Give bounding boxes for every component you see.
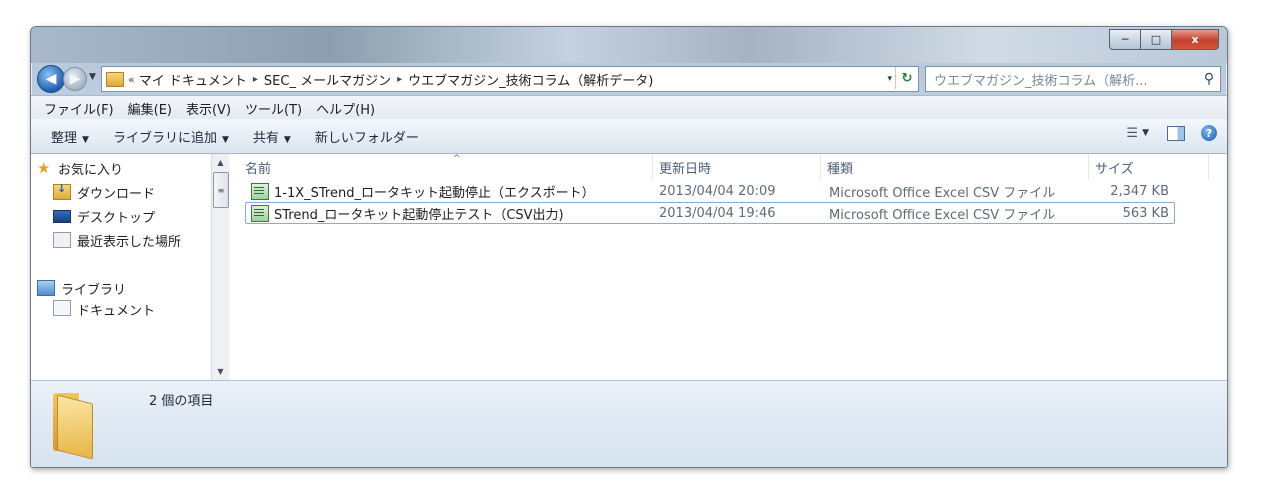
command-bar: 整理 ▼ ライブラリに追加 ▼ 共有 ▼ 新しいフォルダー ☰ ▼ ?	[31, 119, 1227, 154]
forward-arrow-icon[interactable]: ▶	[63, 67, 87, 91]
scroll-thumb[interactable]: ≡	[213, 172, 229, 208]
title-bar[interactable]: ─ □ x	[31, 27, 1227, 63]
documents-icon	[53, 300, 71, 316]
menu-file[interactable]: ファイル(F)	[37, 99, 121, 118]
search-input[interactable]: ウエブマガジン_技術コラム（解析... ⚲	[925, 66, 1221, 92]
chevron-down-icon: ▼	[283, 134, 291, 145]
minimize-button[interactable]: ─	[1109, 29, 1141, 50]
column-header-name[interactable]: 名前	[239, 154, 653, 180]
menu-help[interactable]: ヘルプ(H)	[309, 99, 382, 118]
close-button[interactable]: x	[1171, 29, 1219, 50]
chevron-down-icon[interactable]: ▼	[1142, 128, 1149, 138]
address-row: ◀ ▶ ▼ « マイ ドキュメント ▸ SEC_ メールマガジン ▸ ウエブマガ…	[31, 63, 1227, 95]
folder-front-shape	[57, 394, 93, 460]
nav-item-label: 最近表示した場所	[77, 234, 182, 250]
file-name-cell[interactable]: STrend_ロータキット起動停止テスト（CSV出力)	[245, 202, 653, 224]
menu-tools[interactable]: ツール(T)	[238, 99, 309, 118]
recent-places-icon	[53, 232, 71, 248]
help-icon[interactable]: ?	[1201, 125, 1217, 141]
file-name-cell[interactable]: 1-1X_STrend_ロータキット起動停止（エクスポート）	[245, 180, 653, 202]
file-name: STrend_ロータキット起動停止テスト（CSV出力)	[274, 207, 564, 223]
nav-item-label: デスクトップ	[77, 210, 156, 226]
nav-downloads[interactable]: ダウンロード	[31, 180, 229, 204]
breadcrumb-separator-icon[interactable]: ▸	[253, 74, 258, 85]
menu-bar: ファイル(F) 編集(E) 表示(V) ツール(T) ヘルプ(H)	[31, 95, 1227, 121]
file-type: Microsoft Office Excel CSV ファイル	[829, 207, 1056, 223]
overflow-chevron-icon[interactable]: «	[128, 73, 135, 86]
item-count: 2 個の項目	[149, 394, 214, 409]
library-icon	[37, 280, 55, 296]
nav-libraries[interactable]: ライブラリ	[31, 276, 229, 300]
menu-edit[interactable]: 編集(E)	[121, 99, 179, 118]
nav-item-label: ダウンロード	[77, 186, 156, 202]
file-size: 563 KB	[1122, 205, 1169, 221]
csv-file-icon	[251, 182, 269, 200]
chevron-down-icon: ▼	[221, 134, 229, 145]
add-to-library-button[interactable]: ライブラリに追加 ▼	[101, 127, 241, 146]
breadcrumb-sec-mailmagazine[interactable]: SEC_ メールマガジン	[264, 70, 391, 89]
address-bar[interactable]: « マイ ドキュメント ▸ SEC_ メールマガジン ▸ ウエブマガジン_技術コ…	[101, 66, 919, 92]
preview-pane-icon[interactable]	[1167, 125, 1185, 141]
file-date: 2013/04/04 19:46	[659, 205, 776, 221]
sort-ascending-icon: ^	[453, 154, 461, 164]
search-icon[interactable]: ⚲	[1198, 71, 1220, 87]
share-button[interactable]: 共有 ▼	[241, 127, 303, 146]
file-size: 2,347 KB	[1110, 183, 1169, 199]
new-folder-button[interactable]: 新しいフォルダー	[303, 127, 431, 146]
desktop-icon	[53, 209, 71, 223]
navigation-pane: ★ お気に入り ダウンロード デスクトップ 最近表示した場所 ライブラリ	[31, 154, 229, 380]
nav-scrollbar[interactable]: ▲ ≡ ▼	[211, 154, 229, 380]
csv-file-icon	[251, 204, 269, 222]
column-headers: 名前 ^ 更新日時 種類 サイズ	[229, 154, 1227, 180]
scroll-up-icon[interactable]: ▲	[212, 154, 229, 171]
folder-icon	[106, 71, 124, 87]
chevron-down-icon: ▼	[82, 134, 89, 145]
scroll-down-icon[interactable]: ▼	[212, 363, 229, 380]
downloads-folder-icon	[53, 182, 71, 200]
file-row[interactable]: 1-1X_STrend_ロータキット起動停止（エクスポート） 2013/04/0…	[245, 180, 1175, 202]
explorer-window: ─ □ x ◀ ▶ ▼ « マイ ドキュメント ▸ SEC_ メールマガジン ▸…	[30, 26, 1228, 468]
content-area: ★ お気に入り ダウンロード デスクトップ 最近表示した場所 ライブラリ	[31, 154, 1227, 380]
folder-icon	[49, 391, 103, 460]
caption-cutoff	[0, 476, 1268, 496]
address-dropdown-icon[interactable]: ▾	[887, 74, 892, 84]
maximize-button[interactable]: □	[1140, 29, 1172, 50]
star-icon: ★	[37, 159, 51, 177]
nav-documents[interactable]: ドキュメント	[31, 300, 229, 316]
nav-recent-places[interactable]: 最近表示した場所	[31, 228, 229, 252]
search-placeholder: ウエブマガジン_技術コラム（解析...	[934, 73, 1148, 89]
back-arrow-icon[interactable]: ◀	[37, 65, 65, 93]
nav-favorites[interactable]: ★ お気に入り	[31, 156, 229, 180]
details-pane: 2 個の項目	[31, 380, 1227, 467]
view-options-icon[interactable]: ☰	[1126, 126, 1138, 141]
refresh-icon[interactable]: ↻	[895, 67, 918, 89]
nav-desktop[interactable]: デスクトップ	[31, 204, 229, 228]
breadcrumb-webmagazine[interactable]: ウエブマガジン_技術コラム（解析データ)	[408, 70, 653, 89]
column-header-size[interactable]: サイズ	[1089, 154, 1209, 180]
nav-item-label: ライブラリ	[61, 282, 127, 298]
file-row-selected[interactable]: STrend_ロータキット起動停止テスト（CSV出力) 2013/04/04 1…	[245, 202, 1175, 224]
column-header-date[interactable]: 更新日時	[653, 154, 821, 180]
nav-item-label: ドキュメント	[77, 304, 156, 316]
breadcrumb-mydocuments[interactable]: マイ ドキュメント	[139, 70, 247, 89]
recent-pages-dropdown-icon[interactable]: ▼	[89, 72, 96, 82]
file-type: Microsoft Office Excel CSV ファイル	[829, 185, 1056, 201]
breadcrumb-separator-icon[interactable]: ▸	[397, 74, 402, 85]
nav-item-label: お気に入り	[58, 162, 124, 178]
file-name: 1-1X_STrend_ロータキット起動停止（エクスポート）	[274, 185, 595, 201]
column-header-type[interactable]: 種類	[821, 154, 1089, 180]
menu-view[interactable]: 表示(V)	[179, 99, 238, 118]
file-date: 2013/04/04 20:09	[659, 183, 776, 199]
organize-button[interactable]: 整理 ▼	[39, 127, 101, 146]
window-controls: ─ □ x	[1109, 29, 1219, 50]
file-list: 名前 ^ 更新日時 種類 サイズ 1-1X_STrend_ロータキット起動停止（…	[229, 154, 1227, 380]
view-controls: ☰ ▼ ?	[1126, 125, 1217, 141]
